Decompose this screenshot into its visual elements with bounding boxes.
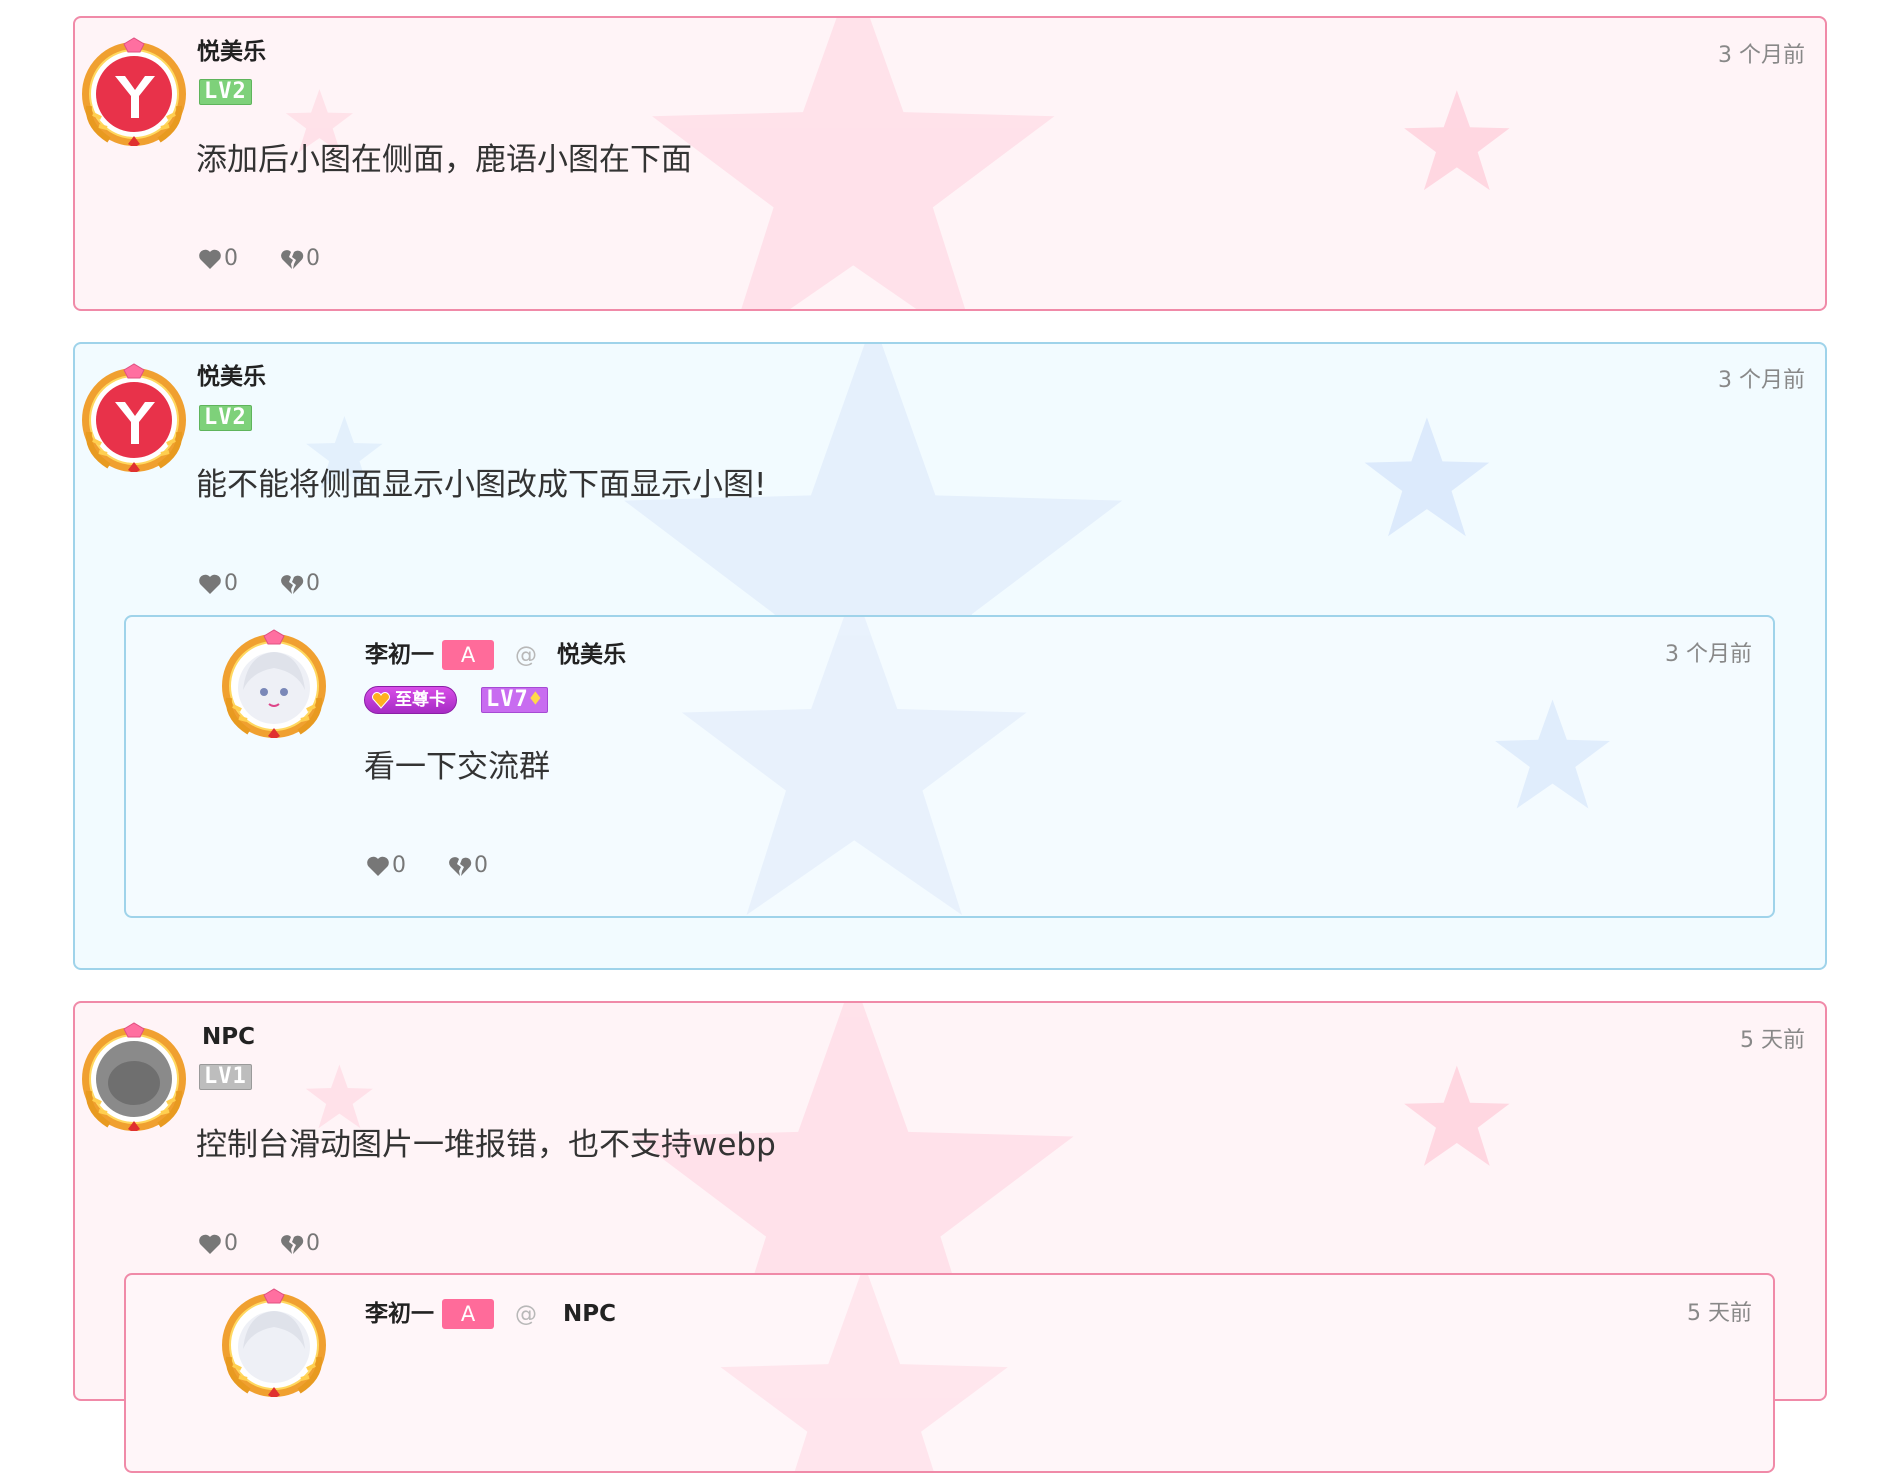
dislike-count: 0 [474,853,488,878]
mentioned-user[interactable]: NPC [563,1299,616,1329]
mentioned-user[interactable]: 悦美乐 [557,640,626,670]
anime-girl-avatar-icon[interactable] [219,628,329,738]
dislike-count: 0 [306,571,320,596]
anime-girl-avatar-icon[interactable] [219,1287,329,1397]
dislike-button[interactable]: 0 [448,852,488,880]
username[interactable]: 悦美乐 [197,37,266,67]
timestamp: 3 个月前 [1718,43,1805,68]
dislike-button[interactable]: 0 [280,570,320,598]
level-badge: LV1 [199,1064,252,1090]
like-count: 0 [392,853,406,878]
timestamp: 3 个月前 [1665,642,1752,667]
level-badge: LV7♦ [481,687,548,713]
timestamp: 5 天前 [1687,1301,1752,1326]
heart-gem-icon [372,692,390,709]
dislike-button[interactable]: 0 [280,245,320,273]
dislike-count: 0 [306,246,320,271]
vip-card-badge: 至尊卡 [364,686,457,714]
dislike-count: 0 [306,1231,320,1256]
heart-icon [198,248,222,270]
at-symbol: @ [515,1302,537,1327]
dislike-button[interactable]: 0 [280,1230,320,1258]
broken-heart-icon [280,1233,304,1255]
like-button[interactable]: 0 [366,852,406,880]
reply-username[interactable]: 李初一 [365,1299,434,1329]
like-count: 0 [224,571,238,596]
red-y-logo-avatar-icon[interactable] [79,362,189,472]
heart-icon [198,1233,222,1255]
like-count: 0 [224,1231,238,1256]
timestamp: 3 个月前 [1718,368,1805,393]
red-y-logo-avatar-icon[interactable] [79,36,189,146]
comment-text: 控制台滑动图片一堆报错，也不支持webp [196,1127,776,1163]
username[interactable]: NPC [202,1022,255,1052]
crown-icon: ♦ [528,687,543,712]
grey-default-avatar-icon[interactable] [79,1021,189,1131]
heart-icon [366,855,390,877]
vip-label: 至尊卡 [395,690,446,710]
like-button[interactable]: 0 [198,570,238,598]
timestamp: 5 天前 [1740,1028,1805,1053]
heart-icon [198,573,222,595]
reply-text: 看一下交流群 [364,749,550,785]
broken-heart-icon [280,248,304,270]
admin-tag: A [442,640,494,670]
level-badge: LV2 [199,405,252,431]
like-count: 0 [224,246,238,271]
username[interactable]: 悦美乐 [197,362,266,392]
level-text: LV7 [486,687,529,712]
reply-username[interactable]: 李初一 [365,640,434,670]
comment-text: 能不能将侧面显示小图改成下面显示小图! [196,467,767,503]
broken-heart-icon [280,573,304,595]
like-button[interactable]: 0 [198,245,238,273]
admin-tag: A [442,1299,494,1329]
comment-text: 添加后小图在侧面，鹿语小图在下面 [196,142,692,178]
at-symbol: @ [515,643,537,668]
broken-heart-icon [448,855,472,877]
level-badge: LV2 [199,79,252,105]
like-button[interactable]: 0 [198,1230,238,1258]
